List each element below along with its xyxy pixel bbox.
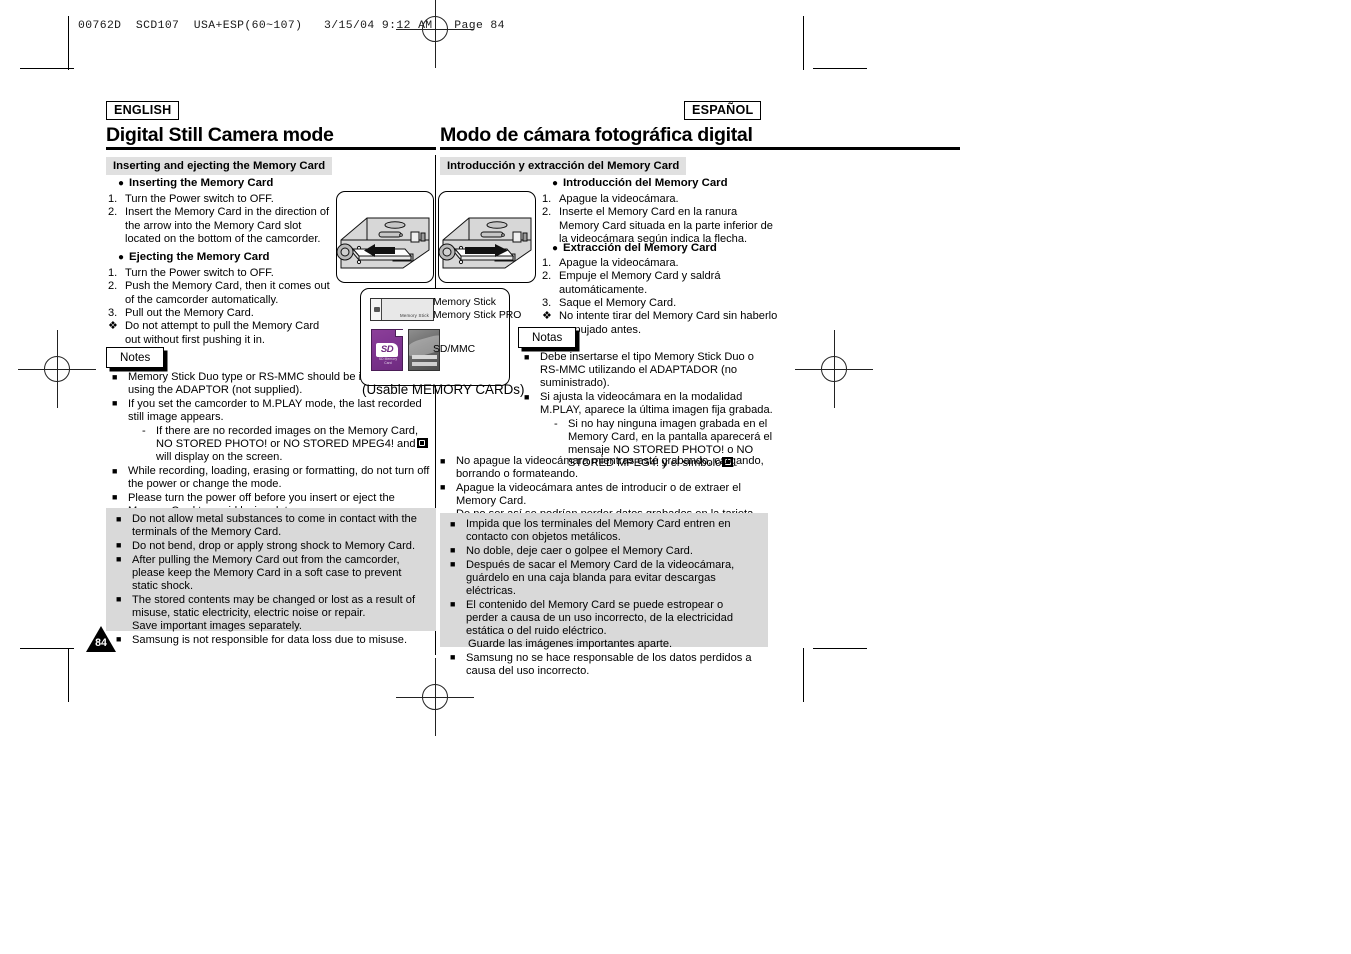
list-item: 2. Empuje el Memory Card y saldrá automát…	[542, 270, 721, 296]
title-rule-spanish	[440, 147, 960, 150]
caution-list-spanish: ■ Impida que los terminales del Memory Ca…	[450, 518, 758, 678]
insert-steps-spanish: 1. Apague la videocámara. 2. Inserte el Me…	[540, 193, 775, 246]
bullet-dot-icon: ●	[118, 178, 125, 189]
language-badge-english: ENGLISH	[106, 101, 180, 121]
eject-heading-spanish: ● Extracción del Memory Card	[552, 242, 717, 254]
sd-card-graphic: SD SD Memory Card	[371, 329, 403, 371]
memory-stick-chip	[373, 307, 380, 312]
insert-heading-spanish: ● Introducción del Memory Card	[552, 177, 728, 189]
list-item: ■ After pulling the Memory Card out from …	[116, 553, 402, 592]
memory-stick-graphic: Memory Stick	[370, 298, 434, 321]
list-item: ■ The stored contents may be changed or l…	[116, 594, 426, 633]
list-item: ■ El contenido del Memory Card se puede e…	[450, 599, 758, 652]
list-item: 2. Insert the Memory Card in the directio…	[108, 206, 330, 245]
page-number-badge: 84	[86, 626, 116, 652]
caution-extra-line-english: Save important images separately.	[132, 619, 302, 632]
insert-steps-english: 1. Turn the Power switch to OFF. 2. Insert…	[106, 193, 331, 246]
caution-extra-line-spanish: Guarde las imágenes importantes aparte.	[468, 638, 673, 651]
mmc-band-lower	[412, 361, 437, 366]
list-item: ■ No apague la videocámara mientras esté …	[440, 455, 764, 481]
insert-heading-english: ● Inserting the Memory Card	[118, 177, 274, 189]
memory-stick-label: Memory Stick Memory Stick PRO	[433, 297, 521, 322]
list-item: - If there are no recorded images on the …	[142, 425, 434, 464]
list-item: 3. Saque el Memory Card.	[542, 297, 677, 310]
list-item: 1. Turn the Power switch to OFF.	[108, 267, 274, 279]
camcorder-insert-illustration	[336, 191, 434, 283]
list-item: ■ While recording, loading, erasing or fo…	[112, 465, 430, 491]
bullet-dot-icon: ●	[118, 252, 125, 263]
list-item: ❖ Do not attempt to pull the Memory Card …	[108, 320, 320, 346]
list-item: 2. Inserte el Memory Card en la ranura Me…	[542, 206, 773, 245]
list-item: ■ Samsung is not responsible for data los…	[116, 633, 408, 646]
caution-list-english: ■ Do not allow metal substances to come i…	[116, 513, 426, 647]
notes-sublist-english: - If there are no recorded images on the …	[142, 425, 434, 464]
list-item: 1. Turn the Power switch to OFF.	[108, 193, 274, 205]
camcorder-eject-svg	[439, 217, 532, 269]
page-title-english: Digital Still Camera mode	[106, 124, 334, 146]
list-item: ■ Do not allow metal substances to come i…	[116, 513, 417, 539]
list-item: ■ Do not bend, drop or apply strong shock…	[116, 539, 416, 552]
clover-bullet-icon: ❖	[108, 320, 118, 333]
caution-block-english: ■ Do not allow metal substances to come i…	[106, 508, 436, 646]
list-item: ■ If you set the camcorder to M.PLAY mode…	[112, 398, 434, 464]
eject-steps-spanish: 1. Apague la videocámara. 2. Empuje el Mem…	[540, 257, 778, 337]
list-item: ■ Impida que los terminales del Memory Ca…	[450, 518, 731, 544]
list-item: ■ Después de sacar el Memory Card de la v…	[450, 558, 735, 597]
title-rule-english	[106, 147, 436, 150]
camcorder-eject-illustration	[438, 191, 536, 283]
notes-label-spanish: Notas	[518, 327, 577, 348]
memory-stick-label-line1: Memory Stick	[433, 297, 496, 308]
memory-stick-label-line2: Memory Stick PRO	[433, 309, 522, 321]
manual-page: ENGLISH Digital Still Camera mode Insert…	[0, 0, 1351, 954]
sd-logo: SD	[376, 343, 398, 357]
section-heading-spanish: Introducción y extracción del Memory Car…	[440, 157, 687, 175]
sd-card-subtext: SD Memory Card	[378, 357, 398, 365]
list-item: 3. Pull out the Memory Card.	[108, 307, 254, 320]
list-item: 1. Apague la videocámara.	[542, 257, 679, 269]
bullet-dot-icon: ●	[552, 243, 559, 254]
list-item: 1. Apague la videocámara.	[542, 193, 679, 205]
eject-heading-english: ● Ejecting the Memory Card	[118, 251, 270, 263]
eject-steps-english: 1. Turn the Power switch to OFF. 2. Push t…	[106, 267, 334, 347]
clover-bullet-icon: ❖	[542, 310, 552, 323]
memory-stick-print: Memory Stick	[400, 313, 429, 318]
list-item: ■ Samsung no se hace responsable de los d…	[450, 651, 752, 677]
screen-display-icon	[416, 437, 428, 448]
page-number-text: 84	[95, 637, 107, 649]
section-heading-english: Inserting and ejecting the Memory Card	[106, 157, 333, 175]
list-item: ■ Debe insertarse el tipo Memory Stick Du…	[524, 351, 754, 390]
sdmmc-label: SD/MMC	[433, 344, 476, 355]
list-item: 2. Push the Memory Card, then it comes ou…	[108, 280, 330, 306]
camcorder-insert-svg	[337, 217, 430, 269]
list-item: ■ No doble, deje caer o golpee el Memory …	[450, 544, 693, 557]
notes-label-english: Notes	[106, 347, 165, 368]
notes-list-spanish-cont: ■ No apague la videocámara mientras esté …	[440, 455, 770, 522]
language-badge-spanish: ESPAÑOL	[684, 101, 762, 121]
memory-stick-notch	[371, 299, 382, 320]
bullet-dot-icon: ●	[552, 178, 559, 189]
usable-memory-cards-caption: (Usable MEMORY CARDs)	[362, 382, 525, 397]
page-title-spanish: Modo de cámara fotográfica digital	[440, 124, 753, 146]
caution-block-spanish: ■ Impida que los terminales del Memory Ca…	[440, 513, 768, 677]
notes-list-spanish: ■ Debe insertarse el tipo Memory Stick Du…	[524, 351, 774, 471]
